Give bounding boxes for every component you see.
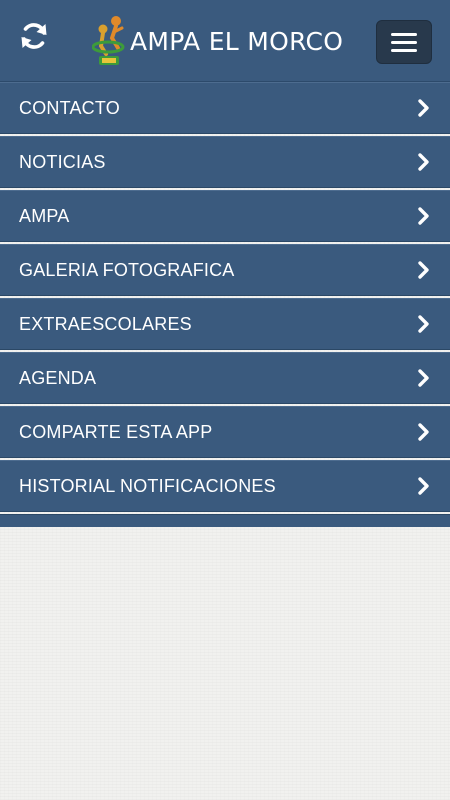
menu-bottom-edge <box>0 514 450 527</box>
menu-item-label: AMPA <box>19 205 70 226</box>
menu-item-extraescolares[interactable]: EXTRAESCOLARES <box>0 298 450 350</box>
hamburger-line <box>391 48 417 52</box>
menu-item-agenda[interactable]: AGENDA <box>0 352 450 404</box>
hamburger-menu-icon <box>391 32 417 36</box>
menu-item-comparte-esta-app[interactable]: COMPARTE ESTA APP <box>0 406 450 458</box>
menu-item-historial-notificaciones[interactable]: HISTORIAL NOTIFICACIONES <box>0 460 450 512</box>
chevron-right-icon <box>418 477 429 495</box>
menu-item-galeria-fotografica[interactable]: GALERIA FOTOGRAFICA <box>0 244 450 296</box>
menu-item-label: HISTORIAL NOTIFICACIONES <box>19 475 276 496</box>
hamburger-line <box>391 40 417 44</box>
hamburger-menu-button[interactable] <box>376 20 432 64</box>
menu-item-label: EXTRAESCOLARES <box>19 313 192 334</box>
chevron-right-icon <box>418 261 429 279</box>
app-title: AMPA EL MORCO <box>130 26 344 56</box>
refresh-button[interactable] <box>14 16 54 56</box>
app-header: AMPA EL MORCO <box>0 0 450 82</box>
refresh-icon <box>21 23 47 49</box>
menu-item-label: NOTICIAS <box>19 151 106 172</box>
chevron-right-icon <box>418 369 429 387</box>
main-menu: CONTACTO NOTICIAS AMPA GALERIA FOTOGRAFI… <box>0 82 450 514</box>
menu-item-ampa[interactable]: AMPA <box>0 190 450 242</box>
ampa-logo <box>92 16 125 65</box>
chevron-right-icon <box>418 153 429 171</box>
menu-item-label: AGENDA <box>19 367 97 388</box>
menu-item-label: COMPARTE ESTA APP <box>19 421 213 442</box>
menu-item-noticias[interactable]: NOTICIAS <box>0 136 450 188</box>
chevron-right-icon <box>418 207 429 225</box>
chevron-right-icon <box>418 99 429 117</box>
menu-item-label: CONTACTO <box>19 97 120 118</box>
chevron-right-icon <box>418 315 429 333</box>
brand: AMPA EL MORCO <box>92 14 343 68</box>
chevron-right-icon <box>418 423 429 441</box>
menu-item-contacto[interactable]: CONTACTO <box>0 82 450 134</box>
menu-item-label: GALERIA FOTOGRAFICA <box>19 259 235 280</box>
